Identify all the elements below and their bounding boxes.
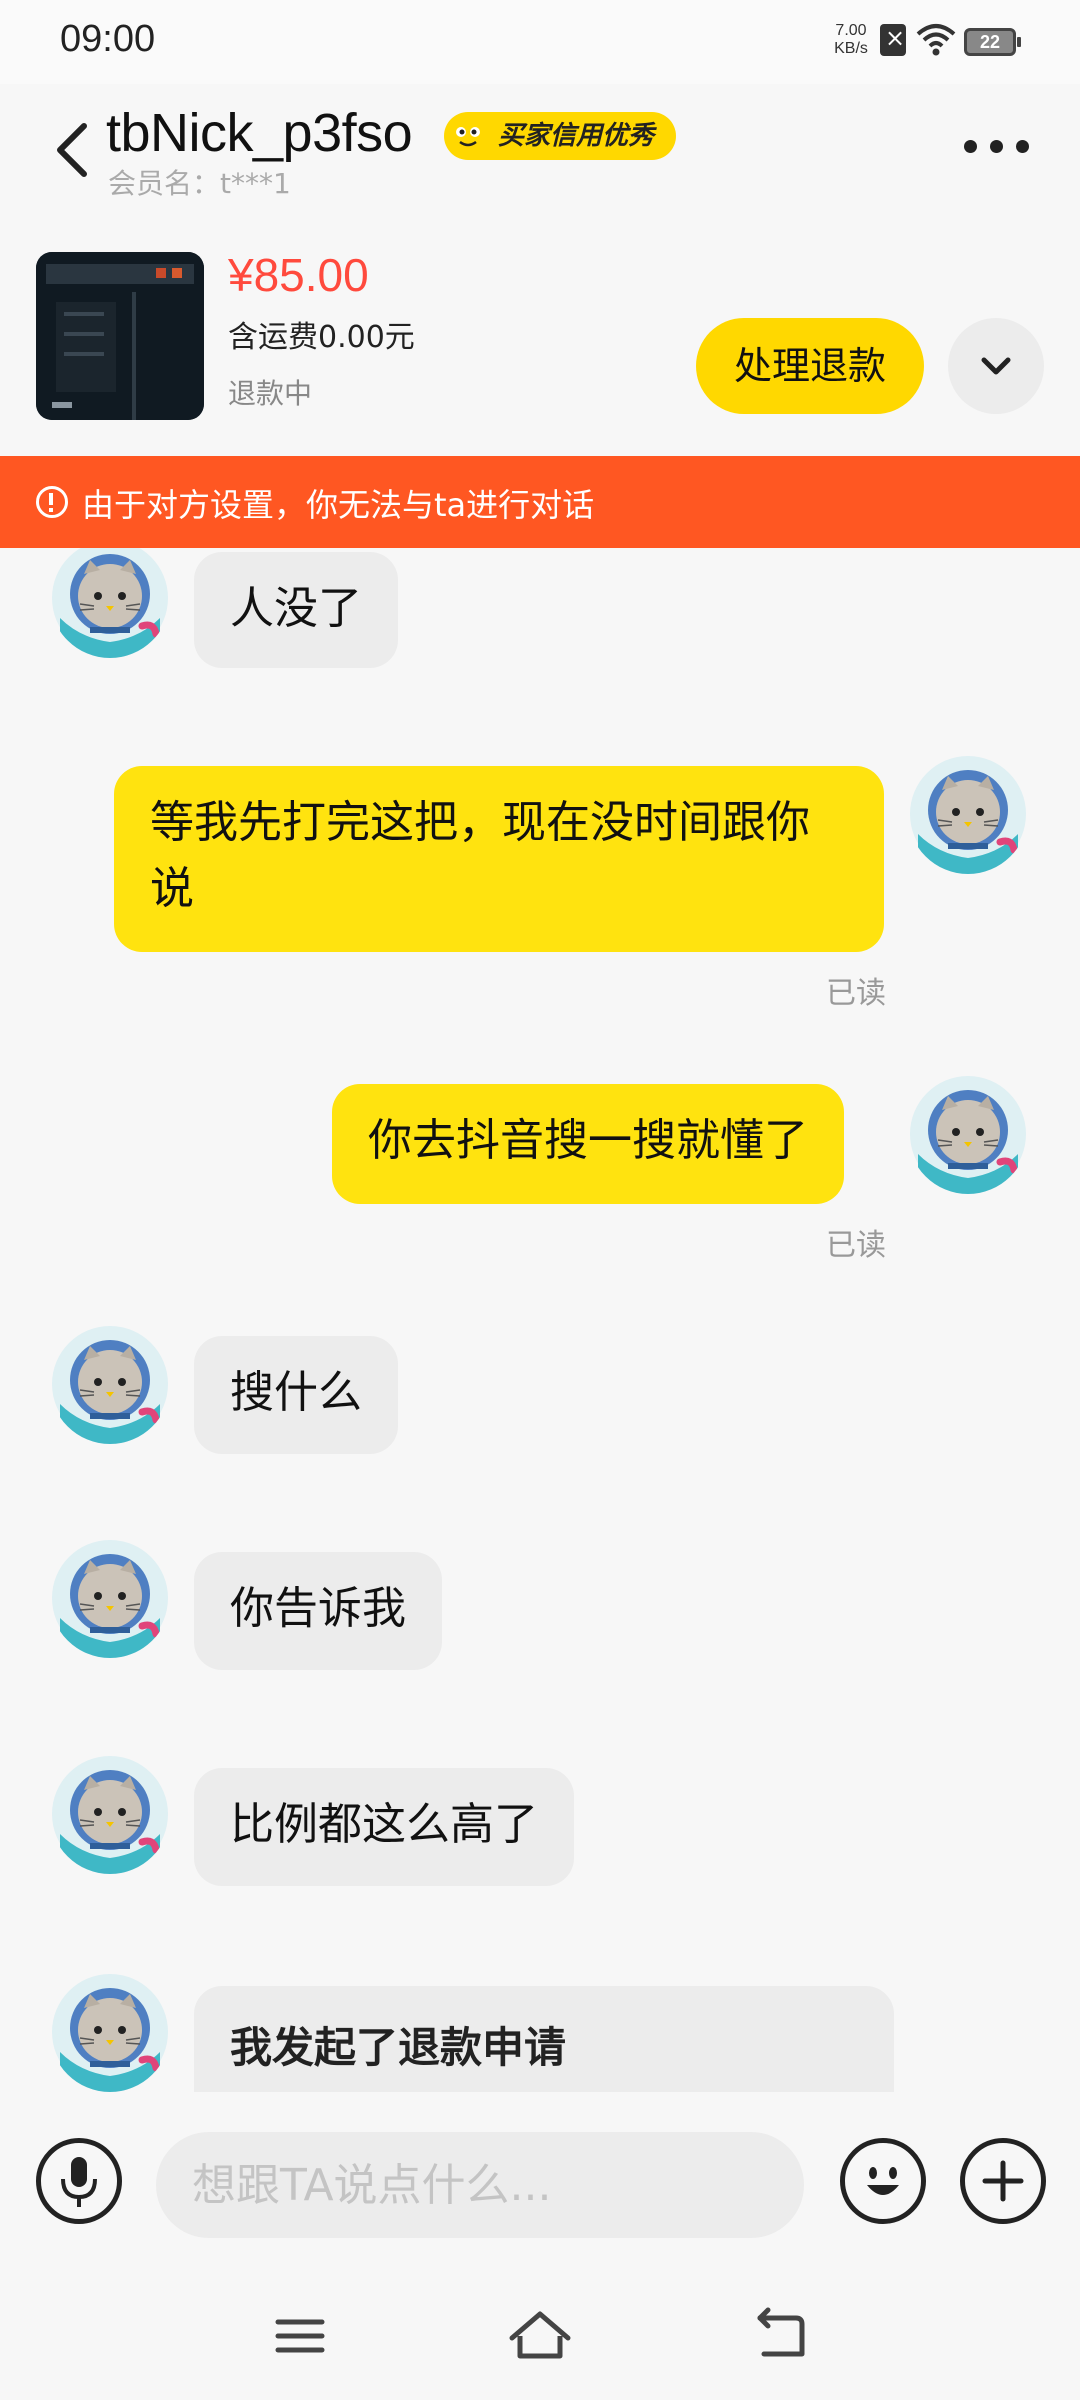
warning-icon (36, 486, 68, 518)
status-time: 09:00 (60, 18, 156, 60)
order-product-card[interactable]: ¥85.00 含运费0.00元 退款中 处理退款 (0, 196, 1080, 456)
back-icon[interactable] (44, 114, 104, 184)
system-nav-bar (0, 2272, 1080, 2400)
back-nav-icon[interactable] (740, 2296, 820, 2376)
self-avatar[interactable] (908, 1074, 1028, 1194)
credit-badge-label: 买家信用优秀 (498, 121, 655, 151)
status-bar: 09:00 7.00 KB/s 22 (0, 0, 1080, 84)
product-image (36, 252, 204, 420)
product-shipping: 含运费0.00元 (228, 320, 415, 355)
voice-button[interactable] (36, 2138, 122, 2224)
message-bubble[interactable]: 等我先打完这把，现在没时间跟你说 (114, 766, 884, 952)
cat-avatar-icon (52, 1756, 168, 1874)
cat-avatar-icon (52, 1974, 168, 2092)
home-icon[interactable] (500, 2296, 580, 2376)
cat-avatar-icon (52, 1326, 168, 1444)
chat-messages[interactable]: 人没了 等我先打完这把，现在没时间跟你说 已读 你去抖音搜一搜就懂了 已读 搜什… (0, 548, 1080, 2092)
contact-nickname[interactable]: tbNick_p3fso (106, 102, 413, 164)
battery-icon: 22 (964, 28, 1021, 56)
chat-header: tbNick_p3fso 买家信用优秀 会员名：t***1 (0, 84, 1080, 200)
microphone-icon (61, 2157, 97, 2207)
blocked-warning-banner: 由于对方设置，你无法与ta进行对话 (0, 456, 1080, 548)
message-input[interactable] (156, 2132, 804, 2238)
chevron-down-icon (981, 357, 1011, 375)
message-bubble[interactable]: 你告诉我 (194, 1552, 442, 1670)
contact-avatar[interactable] (50, 1538, 170, 1658)
cat-avatar-icon (52, 548, 168, 658)
product-thumbnail[interactable] (36, 252, 204, 420)
read-status: 已读 (826, 976, 886, 1011)
sim-off-icon (880, 24, 906, 56)
battery-level: 22 (979, 32, 1001, 52)
refund-request-card[interactable]: 我发起了退款申请 (194, 1986, 894, 2092)
buyer-credit-badge[interactable]: 买家信用优秀 (444, 112, 677, 160)
read-status: 已读 (826, 1228, 886, 1263)
emoji-icon (867, 2167, 899, 2195)
contact-avatar[interactable] (50, 1972, 170, 2092)
message-bubble[interactable]: 搜什么 (194, 1336, 398, 1454)
network-speed: 7.00 KB/s (826, 22, 876, 58)
cat-avatar-icon (910, 1076, 1026, 1194)
warning-text: 由于对方设置，你无法与ta进行对话 (82, 486, 595, 524)
input-bar (0, 2092, 1080, 2272)
product-price: ¥85.00 (228, 249, 369, 301)
refund-card-title: 我发起了退款申请 (230, 2023, 567, 2072)
contact-avatar[interactable] (50, 1754, 170, 1874)
network-speed-unit: KB/s (834, 40, 868, 57)
network-speed-value: 7.00 (835, 22, 867, 39)
order-status: 退款中 (228, 377, 313, 410)
self-avatar[interactable] (908, 754, 1028, 874)
mascot-icon (448, 116, 488, 156)
add-button[interactable] (960, 2138, 1046, 2224)
menu-icon[interactable] (260, 2296, 340, 2376)
message-bubble[interactable]: 比例都这么高了 (194, 1768, 574, 1886)
handle-refund-button[interactable]: 处理退款 (696, 318, 924, 414)
cat-avatar-icon (910, 756, 1026, 874)
contact-avatar[interactable] (50, 548, 170, 658)
message-bubble[interactable]: 人没了 (194, 552, 398, 668)
contact-avatar[interactable] (50, 1324, 170, 1444)
expand-button[interactable] (948, 318, 1044, 414)
message-bubble[interactable]: 你去抖音搜一搜就懂了 (332, 1084, 844, 1204)
emoji-button[interactable] (840, 2138, 926, 2224)
more-icon[interactable] (960, 124, 1036, 168)
plus-icon (982, 2160, 1024, 2202)
cat-avatar-icon (52, 1540, 168, 1658)
wifi-icon (916, 24, 956, 56)
